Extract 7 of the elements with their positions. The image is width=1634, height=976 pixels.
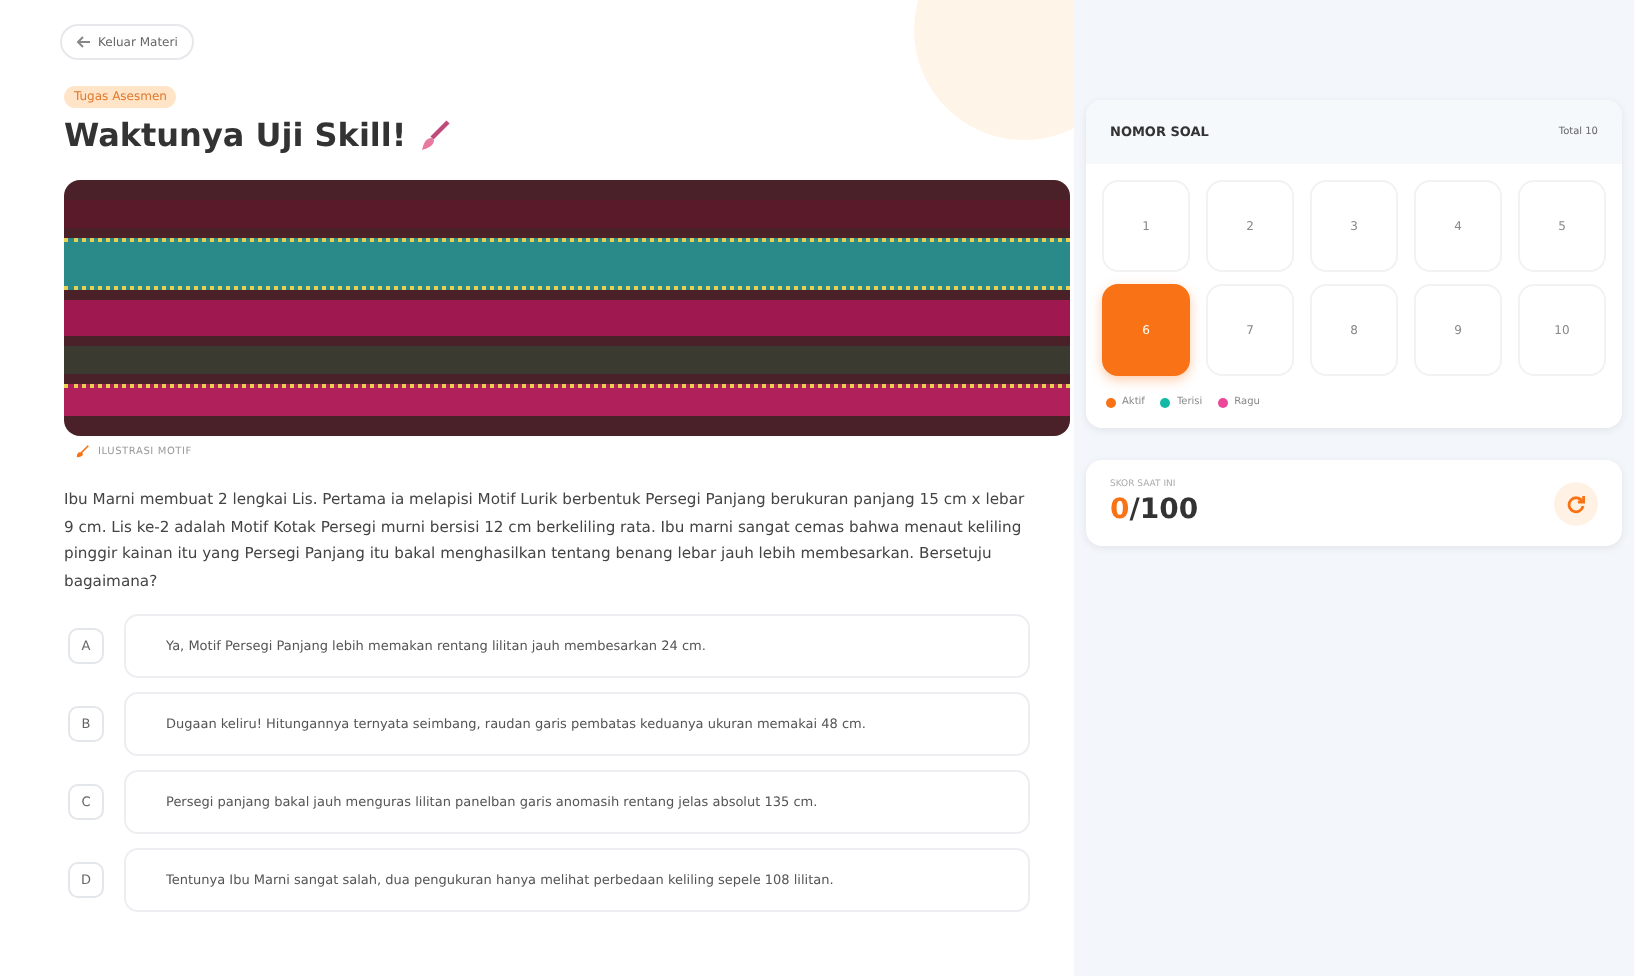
refresh-icon bbox=[1566, 493, 1586, 513]
brush-icon bbox=[76, 444, 90, 458]
brush-icon bbox=[418, 119, 451, 151]
refresh-button[interactable] bbox=[1554, 481, 1598, 525]
score-value: 0/100 bbox=[1110, 494, 1199, 526]
page-title: Waktunya Uji Skill! bbox=[64, 116, 407, 154]
arrow-left-icon bbox=[76, 34, 92, 50]
